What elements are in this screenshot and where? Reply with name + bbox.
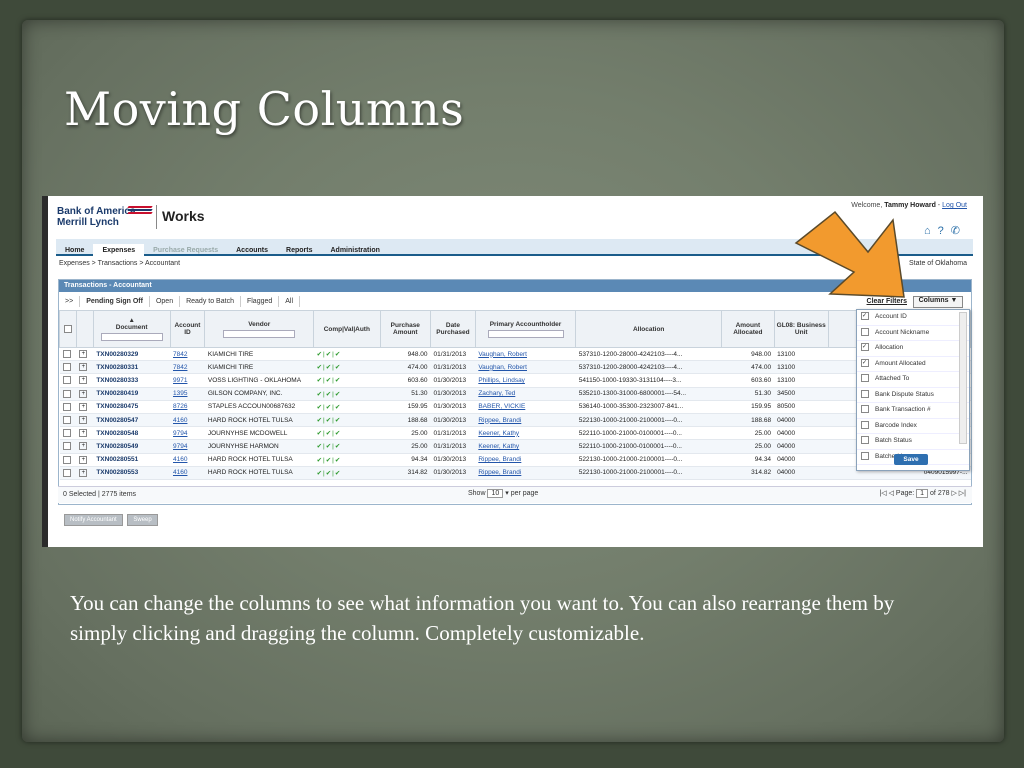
pointer-arrow-icon (794, 210, 905, 298)
slide-caption: You can change the columns to see what i… (70, 591, 895, 645)
